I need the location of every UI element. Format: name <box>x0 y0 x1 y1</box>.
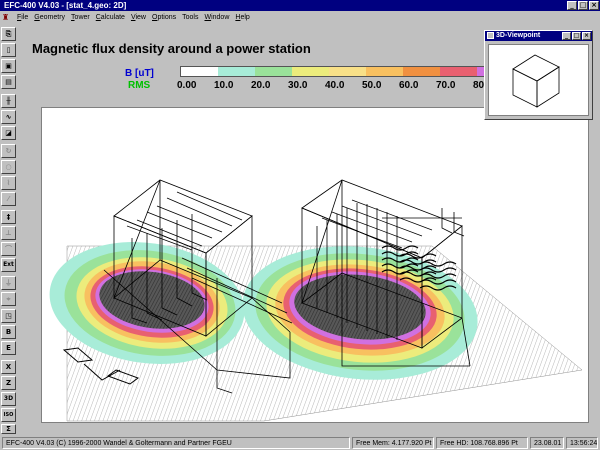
viewpoint-title: 3D-Viewpoint <box>496 32 541 39</box>
close-icon[interactable]: × <box>589 1 599 10</box>
title-bar: EFC-400 V4.03 - [stat_4.geo: 2D] _ □ × <box>0 0 600 11</box>
menu-geometry[interactable]: Geometry <box>31 14 68 21</box>
status-free-hd: Free HD: 108.768.896 Pt <box>436 437 528 449</box>
ext-button[interactable]: Ext <box>1 258 16 272</box>
menu-calculate[interactable]: Calculate <box>93 14 128 21</box>
z-axis-button[interactable]: Z <box>1 376 16 390</box>
viewpoint-maximize-icon[interactable]: □ <box>572 32 581 40</box>
menu-file[interactable]: File <box>14 14 31 21</box>
viewpoint-canvas[interactable] <box>488 44 589 116</box>
viewpoint-window-icon <box>487 32 494 39</box>
sag-tool-icon[interactable]: ⌒ <box>1 242 16 256</box>
status-app-info: EFC-400 V4.03 (C) 1996-2000 Wandel & Gol… <box>2 437 350 449</box>
menu-options[interactable]: Options <box>149 14 179 21</box>
ground-tool-icon[interactable]: ⏚ <box>1 276 16 290</box>
maximize-icon[interactable]: □ <box>578 1 588 10</box>
sum-button[interactable]: Σ <box>1 424 16 434</box>
minimize-icon[interactable]: _ <box>567 1 577 10</box>
scale-swatch <box>255 67 292 76</box>
menu-tools[interactable]: Tools <box>179 14 201 21</box>
x-axis-button[interactable]: X <box>1 360 16 374</box>
view-3d-button[interactable]: 3D <box>1 392 16 406</box>
legend-unit: B [uT] <box>125 68 154 79</box>
probe-tool-icon[interactable]: ⌖ <box>1 292 16 306</box>
plot-title: Magnetic flux density around a power sta… <box>32 41 311 56</box>
print-icon[interactable]: ▤ <box>1 75 16 89</box>
iso-view-button[interactable]: ISO <box>1 408 16 422</box>
save-disk-icon[interactable]: ▣ <box>1 59 16 73</box>
window-controls: _ □ × <box>567 1 599 10</box>
line-tool-icon[interactable]: ∿ <box>1 110 16 124</box>
menu-bar: ♜ File Geometry Tower Calculate View Opt… <box>0 11 600 23</box>
scale-tick-label: 20.0 <box>251 80 271 91</box>
scale-tick-label: 60.0 <box>399 80 419 91</box>
wire-tool-icon[interactable]: ⌇ <box>1 176 16 190</box>
color-scale-bar <box>180 66 515 77</box>
scale-swatch <box>181 67 218 76</box>
scale-swatch <box>292 67 329 76</box>
scale-tick-label: 50.0 <box>362 80 382 91</box>
scale-swatch <box>218 67 255 76</box>
viewpoint-minimize-icon[interactable]: _ <box>562 32 571 40</box>
scale-tick-label: 70.0 <box>436 80 456 91</box>
e-field-button[interactable]: E <box>1 341 16 355</box>
scale-tick-label: 10.0 <box>214 80 234 91</box>
scale-swatch <box>403 67 440 76</box>
scale-swatch <box>440 67 477 76</box>
tower-tool-icon[interactable]: ╫ <box>1 94 16 108</box>
app-tower-icon[interactable]: ♜ <box>2 13 11 22</box>
area-tool-icon[interactable]: ◳ <box>1 309 16 323</box>
window-title: EFC-400 V4.03 - [stat_4.geo: 2D] <box>4 1 127 10</box>
cable-tool-icon[interactable]: ⁄ <box>1 192 16 206</box>
status-time: 13:56:24 <box>566 437 598 449</box>
scale-tick-label: 40.0 <box>325 80 345 91</box>
scale-tick-label: 30.0 <box>288 80 308 91</box>
menu-help[interactable]: Help <box>232 14 252 21</box>
open-file-icon[interactable]: ⎘ <box>1 27 16 41</box>
conductor-tool-icon[interactable]: ⊥ <box>1 226 16 240</box>
circle-tool-icon[interactable]: ○ <box>1 160 16 174</box>
scale-swatch <box>366 67 403 76</box>
color-scale-ticks: 0.00 10.0 20.0 30.0 40.0 50.0 60.0 70.0 80. <box>177 80 507 92</box>
left-toolbar: ⎘ ▯ ▣ ▤ ╫ ∿ ◪ ↻ ○ ⌇ ⁄ ‡ ⊥ ⌒ Ext ⏚ ⌖ ◳ B … <box>1 24 17 434</box>
plot-canvas[interactable] <box>41 107 589 423</box>
viewpoint-title-bar[interactable]: 3D-Viewpoint _ □ × <box>485 31 592 41</box>
rotate-tool-icon[interactable]: ↻ <box>1 144 16 158</box>
scale-tick-label: 0.00 <box>177 80 197 91</box>
menu-tower[interactable]: Tower <box>68 14 93 21</box>
legend-mode: RMS <box>128 80 151 91</box>
viewpoint-controls: _ □ × <box>562 32 591 40</box>
insulator-tool-icon[interactable]: ‡ <box>1 210 16 224</box>
menu-window[interactable]: Window <box>201 14 232 21</box>
cube-icon <box>512 54 560 108</box>
menu-view[interactable]: View <box>128 14 149 21</box>
viewpoint-window[interactable]: 3D-Viewpoint _ □ × <box>484 30 593 120</box>
measure-tool-icon[interactable]: ◪ <box>1 126 16 140</box>
status-date: 23.08.01 <box>530 437 564 449</box>
status-free-mem: Free Mem: 4.177.920 Pt <box>352 437 434 449</box>
flux-density-plot <box>49 179 583 422</box>
b-field-button[interactable]: B <box>1 325 16 339</box>
scale-swatch <box>329 67 366 76</box>
status-bar: EFC-400 V4.03 (C) 1996-2000 Wandel & Gol… <box>0 436 600 450</box>
viewpoint-close-icon[interactable]: × <box>582 32 591 40</box>
new-file-icon[interactable]: ▯ <box>1 43 16 57</box>
